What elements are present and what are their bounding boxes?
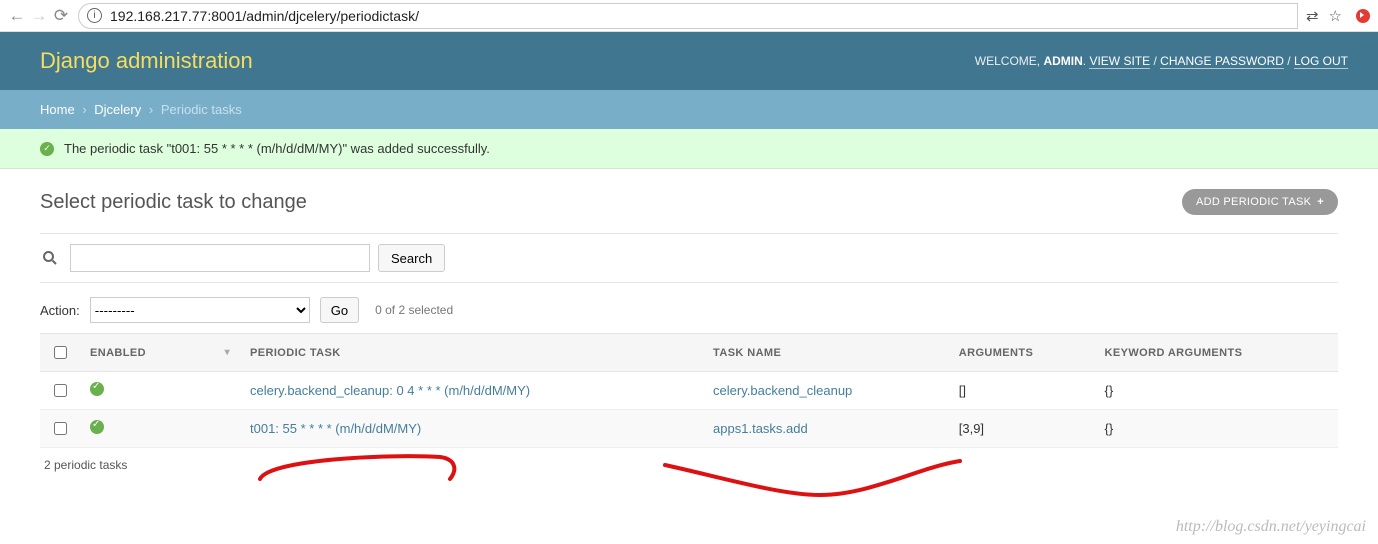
arguments-cell: [] — [949, 372, 1095, 410]
admin-header: Django administration WELCOME, ADMIN. VI… — [0, 32, 1378, 90]
search-bar: Search — [40, 233, 1338, 283]
back-button[interactable]: ← — [6, 6, 28, 26]
result-count: 2 periodic tasks — [40, 448, 1338, 482]
col-enabled[interactable]: ENABLED▾ — [80, 334, 240, 372]
browser-toolbar: ← → ⟳ i ⇄ ☆ — [0, 0, 1378, 32]
breadcrumb-app[interactable]: Djcelery — [94, 102, 141, 117]
select-all-checkbox[interactable] — [54, 346, 67, 359]
selection-count: 0 of 2 selected — [375, 303, 453, 317]
table-row: t001: 55 * * * * (m/h/d/dM/MY) apps1.tas… — [40, 410, 1338, 448]
bookmark-icon[interactable]: ☆ — [1329, 7, 1342, 25]
reload-button[interactable]: ⟳ — [50, 6, 72, 26]
row-checkbox[interactable] — [54, 422, 67, 435]
omnibox-actions: ⇄ ☆ — [1298, 7, 1350, 25]
translate-icon[interactable]: ⇄ — [1306, 7, 1319, 25]
row-checkbox[interactable] — [54, 384, 67, 397]
task-name-link[interactable]: celery.backend_cleanup — [713, 383, 852, 398]
col-task-name[interactable]: TASK NAME — [703, 334, 949, 372]
address-bar[interactable]: i — [78, 3, 1298, 29]
col-select-all — [40, 334, 80, 372]
task-name-link[interactable]: apps1.tasks.add — [713, 421, 808, 436]
change-password-link[interactable]: CHANGE PASSWORD — [1160, 54, 1284, 69]
go-button[interactable]: Go — [320, 297, 359, 323]
logout-link[interactable]: LOG OUT — [1294, 54, 1348, 69]
action-label: Action: — [40, 303, 80, 318]
search-input[interactable] — [70, 244, 370, 272]
url-input[interactable] — [108, 7, 1289, 25]
col-arguments[interactable]: ARGUMENTS — [949, 334, 1095, 372]
view-site-link[interactable]: VIEW SITE — [1089, 54, 1150, 69]
breadcrumb-home[interactable]: Home — [40, 102, 75, 117]
enabled-icon — [90, 382, 104, 396]
site-title: Django administration — [40, 48, 253, 74]
success-message: ✓ The periodic task "t001: 55 * * * * (m… — [0, 129, 1378, 169]
breadcrumb-current: Periodic tasks — [161, 102, 242, 117]
kw-arguments-cell: {} — [1095, 372, 1338, 410]
add-button-label: ADD PERIODIC TASK — [1196, 196, 1311, 208]
breadcrumb: Home › Djcelery › Periodic tasks — [0, 90, 1378, 129]
search-button[interactable]: Search — [378, 244, 445, 272]
action-select[interactable]: --------- — [90, 297, 310, 323]
extension-icon[interactable] — [1354, 7, 1372, 25]
user-tools: WELCOME, ADMIN. VIEW SITE / CHANGE PASSW… — [975, 54, 1348, 68]
username: ADMIN — [1043, 54, 1082, 68]
watermark: http://blog.csdn.net/yeyingcai — [1176, 518, 1366, 536]
actions-row: Action: --------- Go 0 of 2 selected — [40, 297, 1338, 323]
periodic-task-link[interactable]: t001: 55 * * * * (m/h/d/dM/MY) — [250, 421, 421, 436]
plus-icon: + — [1317, 196, 1324, 208]
periodic-task-link[interactable]: celery.backend_cleanup: 0 4 * * * (m/h/d… — [250, 383, 530, 398]
enabled-icon — [90, 420, 104, 434]
site-info-icon[interactable]: i — [87, 8, 102, 23]
page-title: Select periodic task to change — [40, 191, 307, 214]
success-icon: ✓ — [40, 142, 54, 156]
sort-indicator-icon: ▾ — [225, 347, 230, 358]
col-periodic-task[interactable]: PERIODIC TASK — [240, 334, 703, 372]
add-periodic-task-button[interactable]: ADD PERIODIC TASK + — [1182, 189, 1338, 215]
success-text: The periodic task "t001: 55 * * * * (m/h… — [64, 141, 490, 156]
welcome-text: WELCOME, — [975, 54, 1040, 68]
forward-button[interactable]: → — [28, 6, 50, 26]
table-row: celery.backend_cleanup: 0 4 * * * (m/h/d… — [40, 372, 1338, 410]
col-kw-arguments[interactable]: KEYWORD ARGUMENTS — [1095, 334, 1338, 372]
arguments-cell: [3,9] — [949, 410, 1095, 448]
search-icon — [42, 250, 58, 266]
kw-arguments-cell: {} — [1095, 410, 1338, 448]
changelist-table: ENABLED▾ PERIODIC TASK TASK NAME ARGUMEN… — [40, 333, 1338, 448]
